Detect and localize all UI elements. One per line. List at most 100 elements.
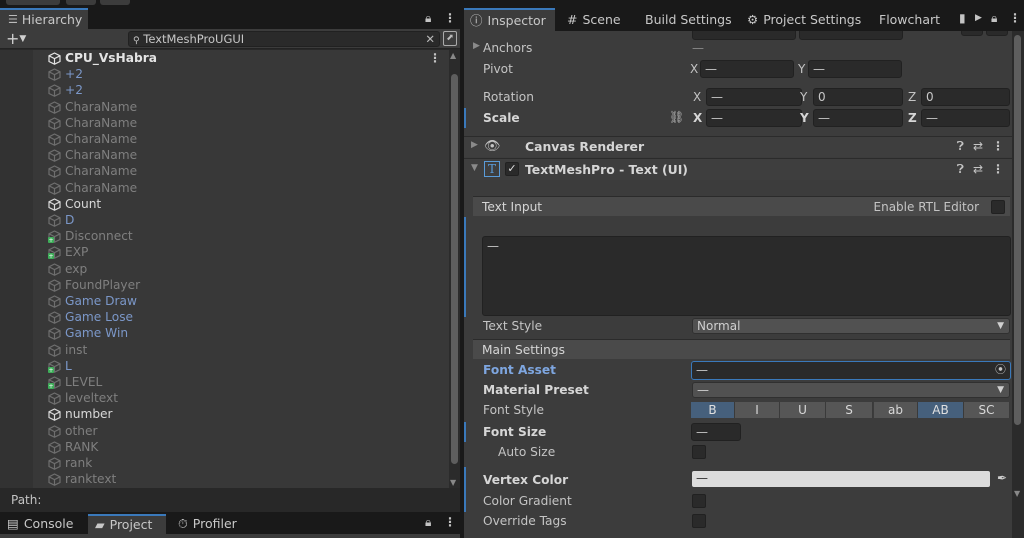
hierarchy-item[interactable]: + Disconnect — [0, 228, 449, 244]
hierarchy-item[interactable]: CharaName — [0, 115, 449, 131]
hierarchy-scrollbar[interactable]: ▲ ▼ — [449, 50, 460, 488]
hierarchy-item[interactable]: Count — [0, 196, 449, 212]
component-enabled-checkbox[interactable]: ✓ — [505, 162, 519, 176]
eyedropper-icon[interactable]: ✒ — [994, 471, 1010, 487]
hierarchy-item[interactable]: +2 — [0, 82, 449, 98]
hierarchy-root-item[interactable]: CPU_VsHabra ⋮ — [0, 50, 449, 66]
hierarchy-item[interactable]: RANK — [0, 439, 449, 455]
tab-project-settings[interactable]: ⚙ Project Settings — [741, 8, 867, 31]
font-style-underline-button[interactable]: U — [780, 402, 826, 418]
override-tags-checkbox[interactable] — [692, 514, 706, 528]
rotation-x-field[interactable]: — — [706, 88, 802, 106]
scrollbar-thumb[interactable] — [451, 74, 458, 464]
font-asset-field[interactable]: — ⦿ — [691, 361, 1011, 380]
scrollbar-thumb[interactable] — [1014, 35, 1021, 425]
text-style-dropdown[interactable]: Normal ▼ — [692, 318, 1010, 334]
hierarchy-item[interactable]: Game Win — [0, 325, 449, 341]
color-gradient-checkbox[interactable] — [692, 494, 706, 508]
scroll-up-icon[interactable]: ▲ — [450, 51, 456, 60]
hierarchy-item[interactable]: Game Lose — [0, 309, 449, 325]
toolbar-button[interactable] — [6, 0, 60, 5]
more-menu-icon[interactable]: ⋮ — [444, 8, 456, 29]
tab-console[interactable]: ▤ Console — [0, 514, 80, 534]
hierarchy-item[interactable]: leveltext — [0, 390, 449, 406]
hierarchy-item[interactable]: + L — [0, 358, 449, 374]
lock-icon[interactable]: 🔒︎ — [425, 512, 431, 533]
font-style-lowercase-button[interactable]: ab — [874, 402, 918, 418]
toolbar-button[interactable] — [66, 0, 96, 5]
clipped-field[interactable] — [692, 31, 796, 40]
create-dropdown-button[interactable]: +▼ — [6, 29, 26, 49]
material-preset-dropdown[interactable]: — ▼ — [692, 382, 1010, 398]
tab-scene[interactable]: # Scene — [561, 8, 627, 31]
text-input-area[interactable]: — — [482, 236, 1011, 316]
hierarchy-item[interactable]: Game Draw — [0, 293, 449, 309]
canvas-renderer-header[interactable]: ▶ 👁︎ Canvas Renderer ❓︎ ⇄ ⋮ — [464, 136, 1012, 157]
inspector-scrollbar[interactable]: ▼ — [1012, 31, 1024, 538]
enable-rtl-checkbox[interactable] — [991, 200, 1005, 214]
font-size-field[interactable]: — — [691, 423, 741, 441]
scale-z-field[interactable]: — — [921, 109, 1010, 127]
font-style-smallcaps-button[interactable]: SC — [964, 402, 1010, 418]
hierarchy-item[interactable]: D — [0, 212, 449, 228]
hierarchy-item[interactable]: CharaName — [0, 147, 449, 163]
tab-inspector[interactable]: ⓘ Inspector — [464, 8, 555, 31]
toolbar-button[interactable] — [100, 0, 130, 5]
font-style-strikethrough-button[interactable]: S — [826, 402, 873, 418]
more-menu-icon[interactable]: ⋮ — [429, 50, 441, 66]
scale-x-field[interactable]: — — [706, 109, 802, 127]
tab-flowchart[interactable]: Flowchart — [873, 8, 946, 31]
tab-project[interactable]: ▰ Project — [88, 514, 166, 534]
more-menu-icon[interactable]: ⋮ — [444, 512, 456, 533]
component-menu-icon[interactable]: ⋮ — [992, 162, 1004, 177]
hierarchy-item[interactable]: other — [0, 423, 449, 439]
search-mode-icon[interactable]: ⬈ — [443, 31, 457, 46]
clipped-field[interactable] — [799, 31, 903, 40]
lock-icon[interactable]: 🔒︎ — [991, 8, 997, 29]
hierarchy-item[interactable]: inst — [0, 342, 449, 358]
hierarchy-item[interactable]: CharaName — [0, 180, 449, 196]
clear-search-icon[interactable]: ✕ — [425, 32, 435, 46]
scroll-down-icon[interactable]: ▼ — [1014, 489, 1020, 498]
hierarchy-item[interactable]: rank — [0, 455, 449, 471]
object-picker-icon[interactable]: ⦿ — [995, 362, 1006, 378]
blueprint-button[interactable] — [961, 31, 983, 36]
tab-profiler[interactable]: ⏱ Profiler — [171, 514, 244, 534]
raw-edit-button[interactable] — [986, 31, 1008, 36]
pivot-x-field[interactable]: — — [700, 60, 794, 78]
presets-icon[interactable]: ⇄ — [973, 139, 983, 154]
pivot-y-field[interactable]: — — [808, 60, 902, 78]
clipboard-icon[interactable]: ▮ — [959, 8, 966, 29]
font-style-uppercase-button[interactable]: AB — [918, 402, 964, 418]
presets-icon[interactable]: ⇄ — [973, 162, 983, 177]
hierarchy-item[interactable]: exp — [0, 261, 449, 277]
auto-size-checkbox[interactable] — [692, 445, 706, 459]
rotation-y-field[interactable]: 0 — [813, 88, 903, 106]
foldout-icon[interactable]: ▶ — [471, 140, 478, 150]
hierarchy-item[interactable]: CharaName — [0, 163, 449, 179]
hierarchy-item[interactable]: + LEVEL — [0, 374, 449, 390]
hierarchy-item[interactable]: +2 — [0, 66, 449, 82]
foldout-open-icon[interactable]: ▼ — [471, 163, 478, 173]
help-icon[interactable]: ❓︎ — [957, 162, 964, 177]
scale-y-field[interactable]: — — [813, 109, 903, 127]
scroll-down-icon[interactable]: ▼ — [450, 478, 456, 487]
component-menu-icon[interactable]: ⋮ — [992, 139, 1004, 154]
font-style-bold-button[interactable]: B — [691, 402, 735, 418]
hierarchy-item[interactable]: + EXP — [0, 244, 449, 260]
hierarchy-item[interactable]: CharaName — [0, 99, 449, 115]
anchors-foldout-icon[interactable]: ▶ — [473, 41, 480, 51]
tab-hierarchy[interactable]: ☰ Hierarchy — [0, 8, 88, 29]
search-input[interactable]: ⚲ TextMeshProUGUI ✕ — [128, 31, 440, 47]
rotation-z-field[interactable]: 0 — [921, 88, 1010, 106]
unlink-icon[interactable]: ⛓ — [669, 110, 684, 124]
tab-build-settings[interactable]: Build Settings — [639, 8, 738, 31]
hierarchy-item[interactable]: number — [0, 406, 449, 422]
help-icon[interactable]: ❓︎ — [957, 139, 964, 154]
hierarchy-item[interactable]: CharaName — [0, 131, 449, 147]
lock-icon[interactable]: 🔒︎ — [425, 8, 431, 29]
more-menu-icon[interactable]: ⋮ — [1009, 8, 1021, 29]
tmp-text-header[interactable]: ▼ T ✓ TextMeshPro - Text (UI) ❓︎ ⇄ ⋮ — [464, 158, 1012, 180]
anchors-label[interactable]: Anchors — [483, 41, 532, 55]
hierarchy-item[interactable]: ranktext — [0, 471, 449, 487]
